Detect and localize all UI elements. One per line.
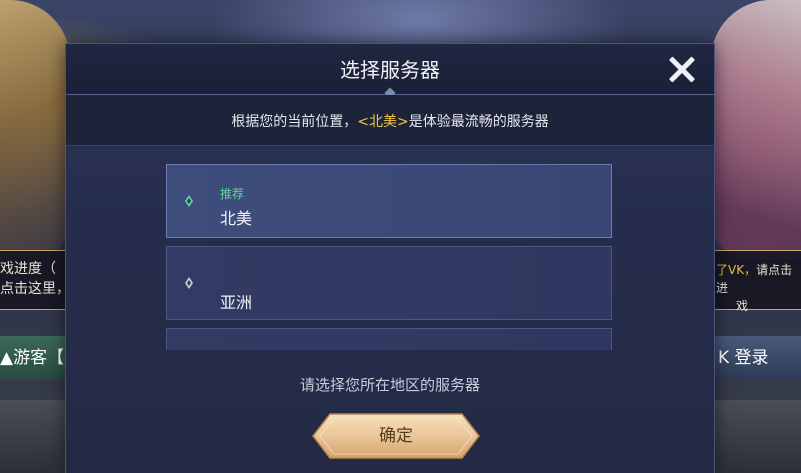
server-item-asia[interactable]: 亚洲	[166, 246, 612, 320]
guest-icon: ▲	[0, 348, 14, 368]
notice-left-line2: 点击这里，	[0, 281, 70, 297]
select-region-prompt: 请选择您所在地区的服务器	[299, 376, 480, 394]
notice-right-prefix: 了VK，	[716, 263, 757, 277]
confirm-button[interactable]: 确定	[312, 413, 480, 459]
location-hint: 根据您的当前位置，<北美>是体验最流畅的服务器	[66, 95, 714, 149]
notice-right-line2: 戏	[736, 299, 749, 313]
server-name: 亚洲	[220, 293, 253, 312]
server-list[interactable]: 推荐 北美 亚洲	[166, 164, 612, 350]
hero-artwork-left	[0, 0, 70, 260]
guest-login-label: 游客【	[13, 348, 65, 368]
progress-notice-right: 了VK，请点击进 戏	[712, 250, 801, 313]
hint-prefix: 根据您的当前位置，	[231, 114, 358, 130]
hero-artwork-right	[711, 0, 801, 260]
confirm-button-label: 确定	[379, 426, 413, 446]
close-icon[interactable]	[664, 52, 700, 88]
guest-login-button[interactable]: ▲游客【	[0, 336, 66, 380]
hint-recommended-region: <北美>	[357, 114, 409, 130]
server-item-partial[interactable]	[166, 328, 612, 350]
recommended-tag: 推荐	[220, 187, 245, 201]
diamond-icon	[185, 277, 193, 289]
server-item-north-america[interactable]: 推荐 北美	[166, 164, 612, 238]
server-select-dialog: 选择服务器 根据您的当前位置，<北美>是体验最流畅的服务器 推荐 北美 亚洲 请…	[66, 44, 714, 473]
progress-notice-left: 戏进度（ 点击这里，	[0, 250, 70, 310]
notice-left-line1: 戏进度（	[0, 261, 56, 277]
dialog-header: 选择服务器	[66, 44, 714, 99]
hint-suffix: 是体验最流畅的服务器	[408, 114, 549, 130]
vk-login-button[interactable]: K 登录	[712, 336, 801, 380]
server-name: 北美	[220, 209, 253, 228]
diamond-selected-icon	[185, 195, 193, 207]
location-hint-bar: 根据您的当前位置，<北美>是体验最流畅的服务器	[66, 95, 714, 146]
